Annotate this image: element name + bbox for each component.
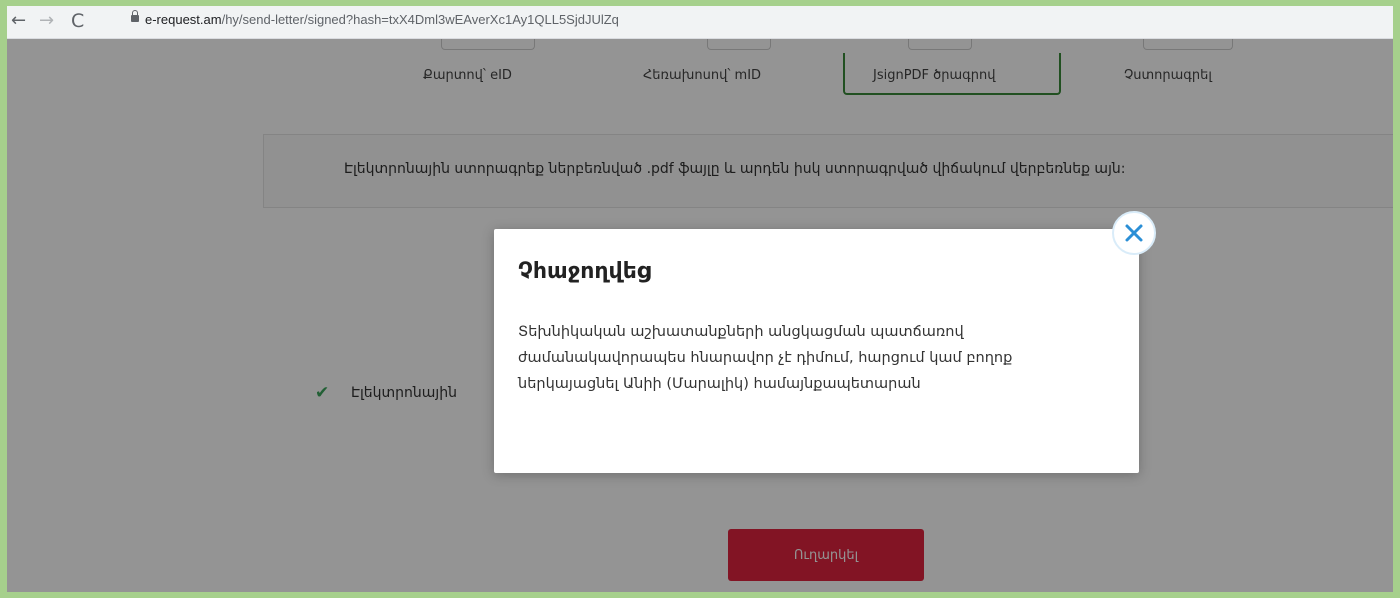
dialog-message-line: ներկայացնել Անիի (Մարալիկ) համայնքապետար… <box>518 376 921 392</box>
dialog-message: Տեխնիկական աշխատանքների անցկացման պատճառ… <box>518 319 1108 397</box>
screenshot-frame: ← → C e-request.am/hy/send-letter/signed… <box>7 6 1393 592</box>
forward-arrow-icon[interactable]: → <box>39 11 54 31</box>
close-button[interactable] <box>1112 211 1156 255</box>
address-bar[interactable]: e-request.am/hy/send-letter/signed?hash=… <box>145 12 619 27</box>
dialog-message-line: ժամանակավորապես հնարավոր չէ դիմում, հարց… <box>518 350 1013 366</box>
error-dialog: Չհաջողվեց Տեխնիկական աշխատանքների անցկաց… <box>494 229 1139 473</box>
close-icon <box>1125 224 1143 242</box>
back-arrow-icon[interactable]: ← <box>11 11 26 31</box>
url-path: /hy/send-letter/signed?hash=txX4Dml3wEAv… <box>221 12 619 27</box>
browser-toolbar: ← → C e-request.am/hy/send-letter/signed… <box>7 6 1393 39</box>
lock-icon[interactable] <box>131 10 139 22</box>
url-domain: e-request.am <box>145 12 222 27</box>
reload-icon[interactable]: C <box>71 11 84 31</box>
dialog-message-line: Տեխնիկական աշխատանքների անցկացման պատճառ… <box>518 324 964 340</box>
dialog-title: Չհաջողվեց <box>518 259 651 284</box>
